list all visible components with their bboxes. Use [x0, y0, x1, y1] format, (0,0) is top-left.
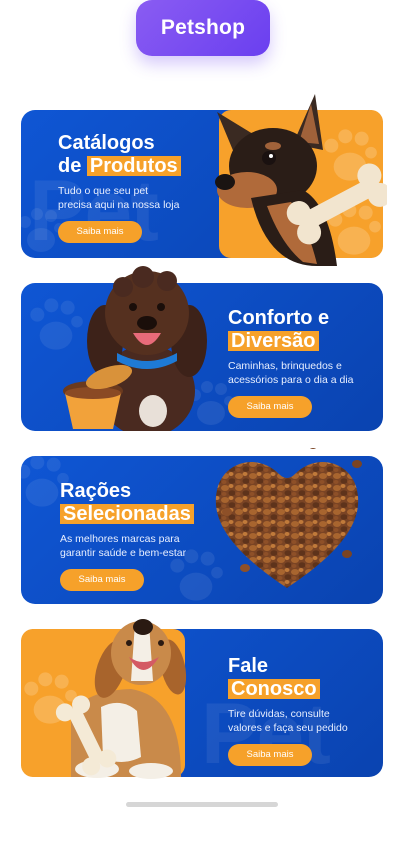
card-title-highlight: Selecionadas: [60, 504, 194, 524]
saiba-mais-button[interactable]: Saiba mais: [228, 396, 312, 418]
brand-logo: Petshop: [136, 0, 270, 56]
card-title-highlight: Conosco: [228, 679, 320, 699]
curly-dog-with-food-bowl-icon: [63, 266, 207, 431]
kibble-heart-icon: [215, 448, 362, 588]
card-title-prefix: de: [58, 155, 87, 177]
banner-card-conforto[interactable]: Conforto e Diversão Caminhas, brinquedos…: [21, 266, 383, 431]
card-title-highlight: Produtos: [86, 156, 181, 176]
dog-with-bone-icon: [215, 94, 387, 266]
card-title-line: Catálogos: [58, 132, 155, 154]
card-description-line: acessórios para o dia a dia: [228, 374, 354, 386]
card-title: Conforto e Diversão: [228, 307, 378, 353]
card-description-line: Caminhas, brinquedos e: [228, 360, 342, 372]
card-description: Caminhas, brinquedos e acessórios para o…: [228, 359, 378, 387]
card-title: Catálogos de Produtos: [58, 132, 228, 178]
card-title-highlight: Diversão: [228, 331, 319, 351]
saiba-mais-button[interactable]: Saiba mais: [228, 744, 312, 766]
card-description-line: As melhores marcas para: [60, 533, 180, 545]
card-description: Tire dúvidas, consulte valores e faça se…: [228, 707, 378, 735]
card-title-line: Fale: [228, 655, 269, 677]
brand-name: Petshop: [160, 16, 246, 39]
card-description-line: Tudo o que seu pet: [58, 185, 149, 197]
saiba-mais-button[interactable]: Saiba mais: [60, 569, 144, 591]
card-title: Fale Conosco: [228, 655, 378, 701]
home-indicator[interactable]: [126, 802, 278, 807]
card-description-line: precisa aqui na nossa loja: [58, 199, 180, 211]
card-description: Tudo o que seu pet precisa aqui na nossa…: [58, 184, 228, 212]
card-description: As melhores marcas para garantir saúde e…: [60, 532, 220, 560]
card-title-line: Rações: [60, 480, 132, 502]
card-title-line: Conforto e: [228, 307, 330, 329]
card-description-line: garantir saúde e bem-estar: [60, 547, 187, 559]
saiba-mais-button[interactable]: Saiba mais: [58, 221, 142, 243]
beagle-with-bone-icon: [55, 619, 187, 779]
card-description-line: valores e faça seu pedido: [228, 722, 348, 734]
card-title: Rações Selecionadas: [60, 480, 220, 526]
banner-card-racoes[interactable]: Rações Selecionadas As melhores marcas p…: [21, 448, 383, 604]
banner-card-catalogos[interactable]: Pet Catálogos de Produtos Tudo o que seu…: [21, 94, 387, 266]
banner-card-fale-conosco[interactable]: Pet Fale Conosco Tire dúvidas, consulte …: [21, 619, 383, 779]
card-description-line: Tire dúvidas, consulte: [228, 708, 330, 720]
